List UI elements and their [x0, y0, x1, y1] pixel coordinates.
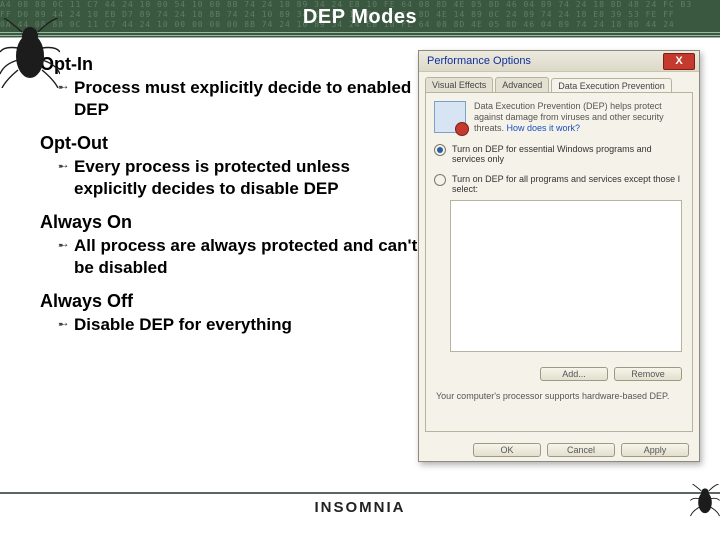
dep-optin-label: Turn on DEP for essential Windows progra…: [452, 144, 684, 164]
dialog-titlebar[interactable]: Performance Options X: [419, 51, 699, 72]
performance-options-dialog: Performance Options X Visual Effects Adv…: [418, 50, 700, 462]
dialog-panel: Data Execution Prevention (DEP) helps pr…: [425, 92, 693, 432]
radio-icon: [434, 144, 446, 156]
cockroach-icon: [0, 18, 60, 88]
apply-button[interactable]: Apply: [621, 443, 689, 457]
mode-alwayson-heading: Always On: [40, 212, 420, 233]
remove-button[interactable]: Remove: [614, 367, 682, 381]
brand-label: INSOMNIA: [0, 499, 720, 516]
slide-title: DEP Modes: [0, 6, 720, 29]
dialog-tabs: Visual Effects Advanced Data Execution P…: [419, 72, 699, 92]
tab-visual-effects[interactable]: Visual Effects: [425, 77, 493, 92]
title-banner: A4 08 88 0C 11 C7 44 24 10 00 54 10 00 8…: [0, 0, 720, 38]
mode-alwayson-text: All process are always protected and can…: [74, 235, 420, 279]
mode-alwaysoff-text: Disable DEP for everything: [74, 314, 292, 336]
add-button[interactable]: Add...: [540, 367, 608, 381]
hardware-dep-note: Your computer's processor supports hardw…: [436, 391, 682, 401]
bullet-icon: ➸: [58, 314, 74, 336]
footer-rule: [0, 492, 720, 494]
tab-dep[interactable]: Data Execution Prevention: [551, 78, 672, 93]
bullet-icon: ➸: [58, 77, 74, 121]
bullet-icon: ➸: [58, 235, 74, 279]
tab-advanced[interactable]: Advanced: [495, 77, 549, 92]
mode-optout-text: Every process is protected unless explic…: [74, 156, 420, 200]
mode-optin-heading: Opt-In: [40, 54, 420, 75]
radio-icon: [434, 174, 446, 186]
mode-alwaysoff-heading: Always Off: [40, 291, 420, 312]
exception-list[interactable]: [450, 200, 682, 352]
cancel-button[interactable]: Cancel: [547, 443, 615, 457]
ok-button[interactable]: OK: [473, 443, 541, 457]
shield-icon: [434, 101, 466, 133]
dep-optout-radio[interactable]: Turn on DEP for all programs and service…: [434, 174, 684, 194]
close-button[interactable]: X: [663, 53, 695, 70]
cockroach-small-icon: [690, 484, 720, 518]
how-does-it-work-link[interactable]: How does it work?: [507, 123, 581, 133]
mode-optin-text: Process must explicitly decide to enable…: [74, 77, 420, 121]
banner-rule: [0, 32, 720, 38]
dialog-title: Performance Options: [427, 55, 531, 67]
dep-blurb: Data Execution Prevention (DEP) helps pr…: [474, 101, 684, 134]
mode-optout-heading: Opt-Out: [40, 133, 420, 154]
bullet-icon: ➸: [58, 156, 74, 200]
slide-content: Opt-In ➸ Process must explicitly decide …: [40, 44, 420, 336]
dep-optin-radio[interactable]: Turn on DEP for essential Windows progra…: [434, 144, 684, 164]
dep-optout-label: Turn on DEP for all programs and service…: [452, 174, 684, 194]
